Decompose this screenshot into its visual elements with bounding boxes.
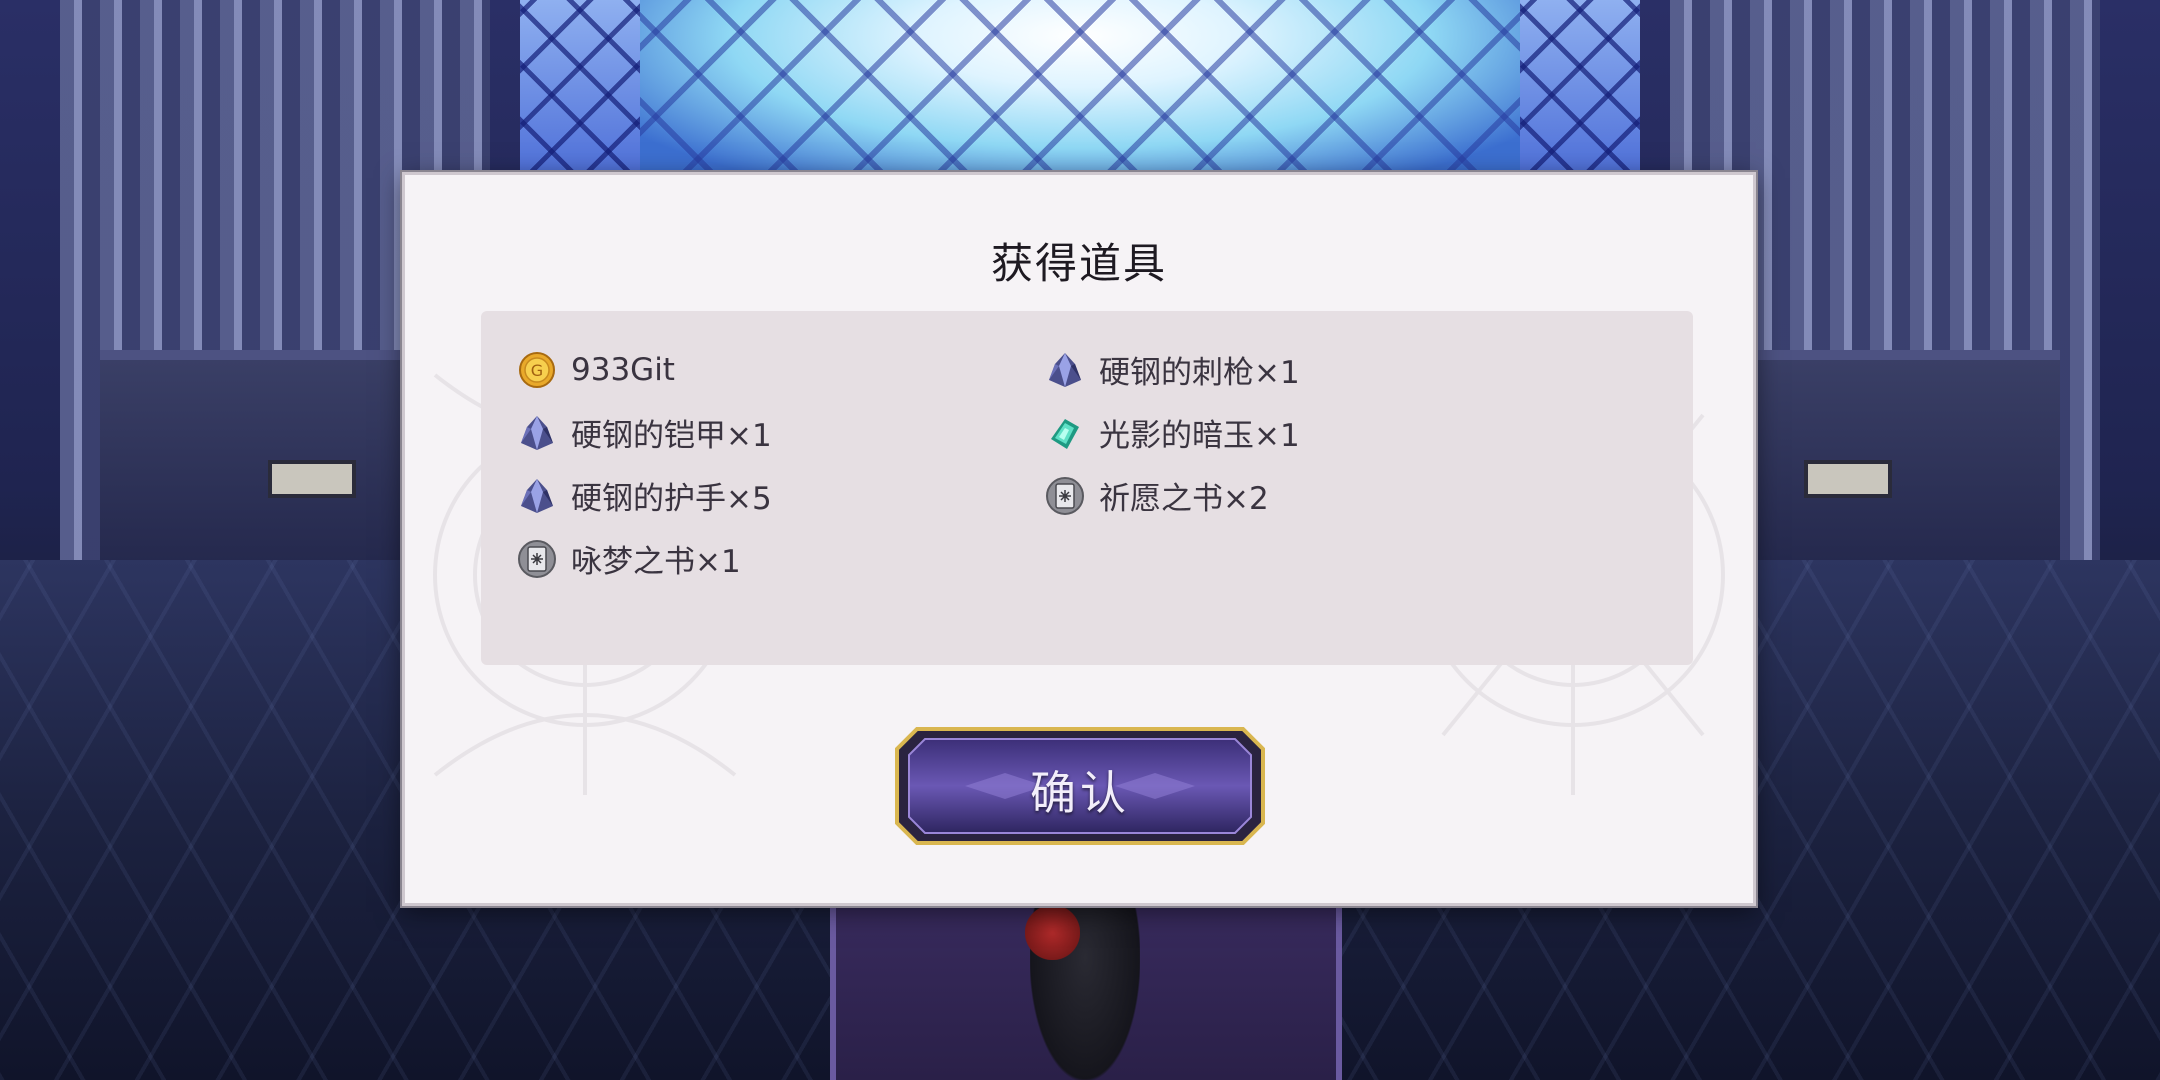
confirm-button[interactable]: 确认	[895, 727, 1265, 845]
reward-item-label: 硬钢的护手×5	[571, 481, 772, 517]
svg-text:G: G	[531, 361, 543, 380]
reward-item-dream-book: 咏梦之书×1	[517, 536, 1045, 581]
stained-glass-window	[630, 0, 1530, 180]
reward-item-label: 933Git	[571, 351, 675, 388]
book-icon	[518, 539, 556, 578]
reward-items-panel: G 933Git 硬钢的刺枪×1 硬钢的铠甲×1 光影的暗玉×1 硬钢的护手×5…	[481, 311, 1693, 665]
reward-item-steel-spear: 硬钢的刺枪×1	[1045, 347, 1573, 392]
organ-console-right	[1730, 350, 2060, 590]
gold-coin-icon: G	[519, 351, 555, 388]
book-icon	[1046, 476, 1084, 515]
reward-item-label: 光影的暗玉×1	[1099, 418, 1300, 454]
reward-item-dark-jade: 光影的暗玉×1	[1045, 410, 1573, 455]
steel-crystal-icon	[521, 478, 553, 513]
reward-items-list: G 933Git 硬钢的刺枪×1 硬钢的铠甲×1 光影的暗玉×1 硬钢的护手×5…	[517, 347, 1667, 581]
green-gem-icon	[1051, 418, 1079, 449]
steel-crystal-icon	[521, 415, 553, 450]
player-character-hair	[1025, 905, 1080, 960]
reward-dialog: 获得道具 G 933Git 硬钢的刺枪×1 硬钢的铠甲×1 光影的暗玉×1 硬钢…	[402, 172, 1756, 906]
stained-glass-window-right	[1520, 0, 1640, 180]
reward-item-label: 硬钢的铠甲×1	[571, 418, 772, 454]
reward-item-steel-armor: 硬钢的铠甲×1	[517, 410, 1045, 455]
reward-item-label: 咏梦之书×1	[571, 544, 741, 580]
stained-glass-window-left	[520, 0, 640, 180]
organ-console-left	[100, 350, 430, 590]
dialog-title: 获得道具	[990, 239, 1167, 288]
confirm-button-label: 确认	[1030, 766, 1130, 820]
reward-item-label: 祈愿之书×2	[1099, 481, 1269, 517]
reward-item-steel-gauntlet: 硬钢的护手×5	[517, 473, 1045, 518]
reward-item-prayer-book: 祈愿之书×2	[1045, 473, 1573, 518]
reward-item-git: G 933Git	[517, 347, 1045, 392]
open-book-left	[268, 460, 356, 498]
reward-item-label: 硬钢的刺枪×1	[1099, 355, 1300, 391]
steel-crystal-icon	[1049, 352, 1081, 387]
open-book-right	[1804, 460, 1892, 498]
